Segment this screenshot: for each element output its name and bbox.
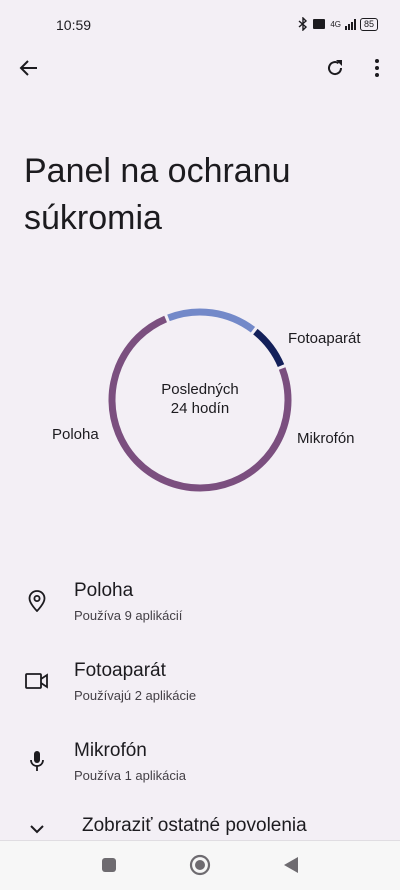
permission-subtitle: Používajú 2 aplikácie bbox=[74, 688, 197, 703]
permission-title: Fotoaparát bbox=[74, 660, 166, 681]
arrow-left-icon bbox=[19, 60, 37, 76]
battery-icon: 85 bbox=[359, 17, 378, 31]
status-time: 10:59 bbox=[56, 17, 92, 33]
usage-donut-chart: Posledných 24 hodín Fotoaparát Mikrofón … bbox=[0, 290, 400, 510]
home-button[interactable] bbox=[189, 854, 211, 876]
donut-slice-mikrofón bbox=[253, 328, 285, 368]
sim-icon bbox=[313, 19, 326, 29]
bluetooth-icon bbox=[298, 17, 308, 31]
system-nav-bar bbox=[0, 840, 400, 890]
circle-icon bbox=[189, 854, 211, 876]
chart-label-camera: Fotoaparát bbox=[288, 330, 361, 347]
permission-subtitle: Používa 1 aplikácia bbox=[74, 768, 187, 783]
back-nav-button[interactable] bbox=[280, 854, 302, 876]
status-bar: 10:59 4G 85 bbox=[0, 0, 400, 52]
permission-title: Poloha bbox=[74, 580, 134, 601]
network-label: 4G bbox=[330, 19, 341, 29]
chart-label-microphone: Mikrofón bbox=[297, 430, 355, 447]
more-vert-icon bbox=[375, 59, 379, 77]
permission-subtitle: Používa 9 aplikácií bbox=[74, 608, 183, 623]
chart-center-label: Posledných 24 hodín bbox=[150, 380, 250, 418]
more-options-button[interactable] bbox=[363, 54, 391, 82]
signal-icon bbox=[344, 18, 356, 30]
chart-label-location: Poloha bbox=[52, 426, 99, 443]
chart-center-line1: Posledných bbox=[161, 381, 239, 398]
show-other-permissions-label: Zobraziť ostatné povolenia bbox=[82, 815, 307, 836]
toolbar bbox=[0, 48, 400, 88]
show-other-permissions[interactable]: Zobraziť ostatné povolenia bbox=[0, 810, 400, 840]
refresh-icon bbox=[328, 60, 343, 76]
status-icons: 4G 85 bbox=[298, 17, 378, 31]
donut-slice-fotoaparát bbox=[167, 308, 256, 333]
video-camera-icon bbox=[24, 668, 50, 694]
chart-center-line2: 24 hodín bbox=[170, 400, 230, 417]
microphone-icon bbox=[24, 748, 50, 774]
back-button[interactable] bbox=[15, 54, 43, 82]
permission-row-camera[interactable]: Fotoaparát Používajú 2 aplikácie bbox=[0, 654, 400, 724]
triangle-back-icon bbox=[284, 857, 298, 873]
permission-row-location[interactable]: Poloha Používa 9 aplikácií bbox=[0, 574, 400, 644]
chevron-down-icon bbox=[30, 825, 44, 834]
refresh-button[interactable] bbox=[321, 54, 349, 82]
square-icon bbox=[102, 858, 116, 872]
permission-row-microphone[interactable]: Mikrofón Používa 1 aplikácia bbox=[0, 734, 400, 804]
permission-title: Mikrofón bbox=[74, 740, 147, 761]
location-pin-icon bbox=[24, 588, 50, 614]
page-title: Panel na ochranu súkromia bbox=[24, 152, 291, 237]
recents-button[interactable] bbox=[98, 854, 120, 876]
